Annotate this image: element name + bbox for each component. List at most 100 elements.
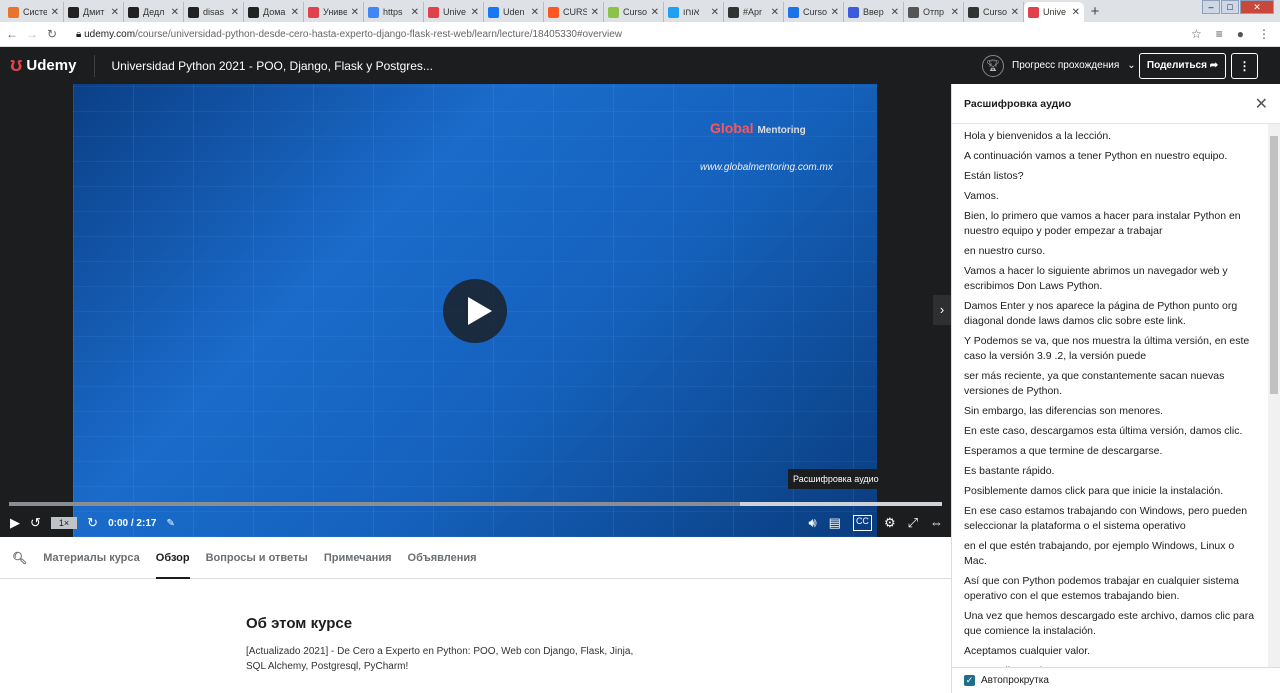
browser-tab[interactable]: Uden ✕ xyxy=(484,2,544,22)
video-player[interactable]: Global Mentoring www.globalmentoring.com… xyxy=(0,84,951,537)
transcript-cue[interactable]: Una vez que hemos descargado este archiv… xyxy=(964,609,1258,639)
close-tab-icon[interactable]: ✕ xyxy=(351,7,359,18)
browser-tab[interactable]: Дедл ✕ xyxy=(124,2,184,22)
close-tab-icon[interactable]: ✕ xyxy=(771,7,779,18)
close-tab-icon[interactable]: ✕ xyxy=(1072,7,1080,18)
transcript-cue[interactable]: En ese caso estamos trabajando con Windo… xyxy=(964,504,1258,534)
tab-item[interactable]: Обзор xyxy=(155,537,190,579)
expand-icon[interactable]: ⇔ xyxy=(930,515,943,531)
browser-tab[interactable]: Дмит ✕ xyxy=(64,2,124,22)
close-window-button[interactable]: ✕ xyxy=(1240,0,1274,14)
udemy-logo[interactable]: ʊ Udemy xyxy=(10,54,76,77)
close-tab-icon[interactable]: ✕ xyxy=(231,7,239,18)
transcript-cue[interactable]: Están listos? xyxy=(964,169,1258,184)
settings-icon[interactable]: ⚙ xyxy=(884,515,896,531)
close-tab-icon[interactable]: ✕ xyxy=(1011,7,1019,18)
browser-tab[interactable]: Unive ✕ xyxy=(1024,2,1084,22)
play-icon[interactable]: ▶ xyxy=(10,515,20,531)
favicon-icon xyxy=(548,6,559,18)
browser-tab[interactable]: Ввер ✕ xyxy=(844,2,904,22)
transcript-cue[interactable]: en el que estén trabajando, por ejemplo … xyxy=(964,539,1258,569)
more-options-button[interactable]: ⋮ xyxy=(1231,52,1258,79)
fullscreen-icon[interactable]: ⤢ xyxy=(908,515,918,531)
transcript-cue[interactable]: Sin embargo, las diferencias son menores… xyxy=(964,404,1258,419)
search-icon[interactable]: 🔍︎ xyxy=(12,551,27,565)
browser-tab[interactable]: Систе ✕ xyxy=(4,2,64,22)
autoscroll-checkbox[interactable]: ✓ Автопрокрутка xyxy=(952,667,1280,693)
close-icon[interactable]: ✕ xyxy=(1255,94,1268,114)
close-tab-icon[interactable]: ✕ xyxy=(411,7,419,18)
close-tab-icon[interactable]: ✕ xyxy=(591,7,599,18)
browser-tab[interactable]: Дома ✕ xyxy=(244,2,304,22)
browser-tab[interactable]: Униве ✕ xyxy=(304,2,364,22)
next-lecture-arrow[interactable]: › xyxy=(933,295,951,325)
progress-dropdown[interactable]: 🏆︎ Прогресс прохождения ⌄ xyxy=(982,54,1136,77)
close-tab-icon[interactable]: ✕ xyxy=(831,7,839,18)
transcript-cue[interactable]: Y Podemos se va, que nos muestra la últi… xyxy=(964,334,1258,364)
course-title[interactable]: Universidad Python 2021 - POO, Django, F… xyxy=(111,59,432,73)
close-tab-icon[interactable]: ✕ xyxy=(651,7,659,18)
transcript-cue[interactable]: Hola y bienvenidos a la lección. xyxy=(964,129,1258,144)
tab-item[interactable]: Примечания xyxy=(324,537,392,579)
scrollbar[interactable] xyxy=(1268,124,1280,667)
profile-icon[interactable]: ● xyxy=(1237,27,1244,41)
new-tab-button[interactable]: + xyxy=(1084,2,1106,22)
browser-tab[interactable]: https ✕ xyxy=(364,2,424,22)
volume-icon[interactable]: 🔊︎ xyxy=(808,515,816,531)
close-tab-icon[interactable]: ✕ xyxy=(111,7,119,18)
browser-tab[interactable]: Curso ✕ xyxy=(604,2,664,22)
transcript-icon[interactable]: ▤ xyxy=(829,515,841,531)
browser-tab[interactable]: Curso ✕ xyxy=(784,2,844,22)
browser-tab[interactable]: Curso ✕ xyxy=(964,2,1024,22)
close-tab-icon[interactable]: ✕ xyxy=(711,7,719,18)
back-icon[interactable]: ← xyxy=(4,27,20,41)
play-big-button[interactable] xyxy=(443,279,507,343)
browser-tab[interactable]: אוחו ✕ xyxy=(664,2,724,22)
transcript-cue[interactable]: en nuestro curso. xyxy=(964,244,1258,259)
share-button[interactable]: Поделиться ➦ xyxy=(1139,52,1226,79)
star-icon[interactable]: ☆ xyxy=(1191,27,1202,41)
minimize-button[interactable]: – xyxy=(1202,0,1220,14)
tab-item[interactable]: Объявления xyxy=(408,537,477,579)
notes-icon[interactable]: ✎ xyxy=(166,518,174,529)
close-tab-icon[interactable]: ✕ xyxy=(171,7,179,18)
favicon-icon xyxy=(128,6,139,18)
browser-tab[interactable]: Unive ✕ xyxy=(424,2,484,22)
transcript-cue[interactable]: Así que con Python podemos trabajar en c… xyxy=(964,574,1258,604)
close-tab-icon[interactable]: ✕ xyxy=(291,7,299,18)
transcript-cue[interactable]: En este caso, descargamos esta última ve… xyxy=(964,424,1258,439)
transcript-cue[interactable]: Damos Enter y nos aparece la página de P… xyxy=(964,299,1258,329)
close-tab-icon[interactable]: ✕ xyxy=(951,7,959,18)
close-tab-icon[interactable]: ✕ xyxy=(471,7,479,18)
close-tab-icon[interactable]: ✕ xyxy=(891,7,899,18)
menu-icon[interactable]: ⋮ xyxy=(1258,27,1270,41)
tab-item[interactable]: Вопросы и ответы xyxy=(206,537,308,579)
tab-item[interactable]: Материалы курса xyxy=(43,537,140,579)
rewind-icon[interactable]: ↺ xyxy=(30,515,41,531)
browser-tab[interactable]: CURS ✕ xyxy=(544,2,604,22)
speed-button[interactable]: 1× xyxy=(50,517,78,529)
captions-icon[interactable]: CC xyxy=(852,515,872,531)
transcript-cue[interactable]: Vamos a hacer lo siguiente abrimos un na… xyxy=(964,264,1258,294)
close-tab-icon[interactable]: ✕ xyxy=(531,7,539,18)
transcript-cue[interactable]: Es bastante rápido. xyxy=(964,464,1258,479)
browser-tab[interactable]: disas ✕ xyxy=(184,2,244,22)
transcript-cue[interactable]: Bien, lo primero que vamos a hacer para … xyxy=(964,209,1258,239)
browser-tab[interactable]: Отпр ✕ xyxy=(904,2,964,22)
maximize-button[interactable]: □ xyxy=(1221,0,1239,14)
forward-icon[interactable]: ↻ xyxy=(87,515,98,531)
close-tab-icon[interactable]: ✕ xyxy=(51,7,59,18)
url-field[interactable]: 🔒︎ udemy.com/course/universidad-python-d… xyxy=(76,29,622,40)
transcript-cue[interactable]: Vamos. xyxy=(964,189,1258,204)
reading-list-icon[interactable]: ≡ xyxy=(1216,27,1223,41)
transcript-cue[interactable]: A continuación vamos a tener Python en n… xyxy=(964,149,1258,164)
checkbox-icon[interactable]: ✓ xyxy=(964,675,975,686)
transcript-cue[interactable]: Posiblemente damos click para que inicie… xyxy=(964,484,1258,499)
forward-icon[interactable]: → xyxy=(24,27,40,41)
reload-icon[interactable]: ↻ xyxy=(44,27,60,41)
transcript-cue[interactable]: Esperamos a que termine de descargarse. xyxy=(964,444,1258,459)
transcript-cue[interactable]: ser más reciente, ya que constantemente … xyxy=(964,369,1258,399)
transcript-cue[interactable]: Aceptamos cualquier valor. xyxy=(964,644,1258,659)
browser-tab[interactable]: #Apr ✕ xyxy=(724,2,784,22)
video-progress-bar[interactable] xyxy=(9,502,942,506)
